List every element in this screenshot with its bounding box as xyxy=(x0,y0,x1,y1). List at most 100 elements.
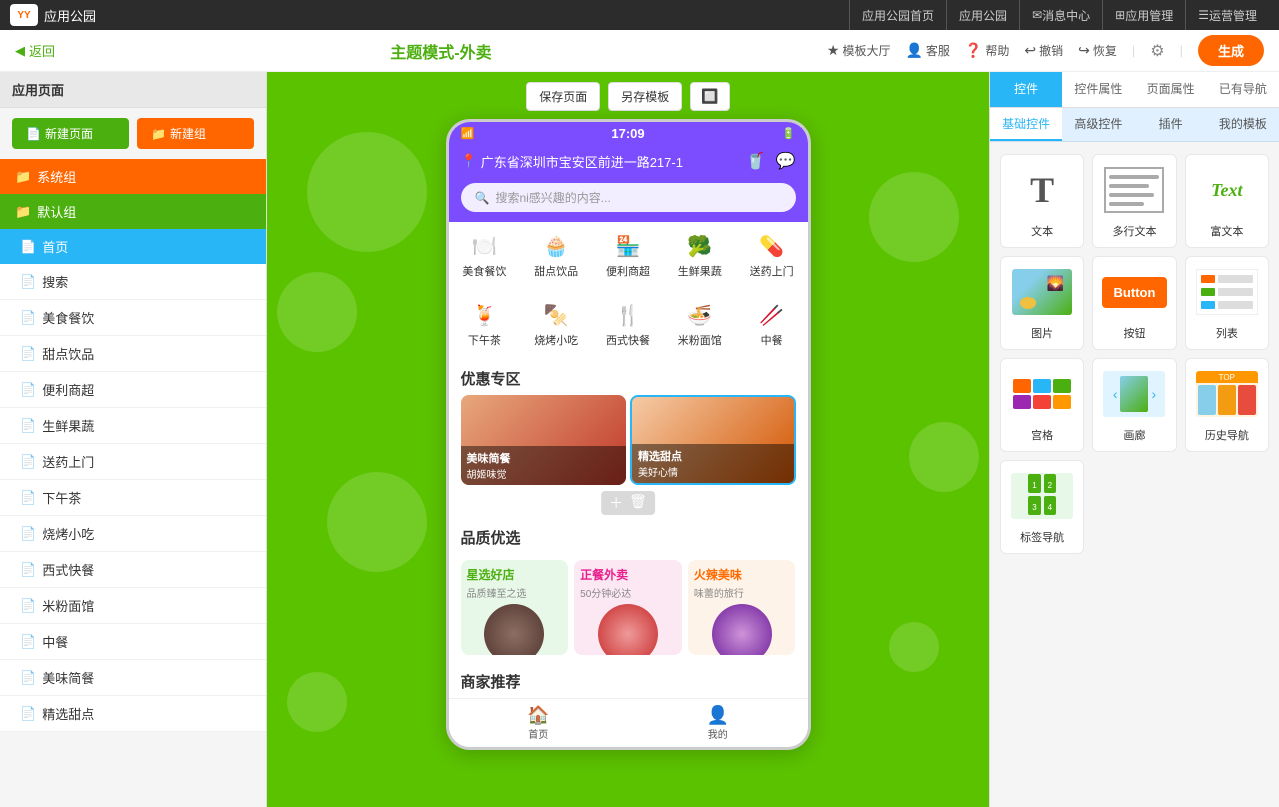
redo-icon: ↪ xyxy=(1078,42,1090,59)
new-group-button[interactable]: 📁 新建组 xyxy=(137,118,254,149)
phone-address: 📍 广东省深圳市宝安区前进一路217-1 xyxy=(461,152,738,171)
page-item-afternoon-tea[interactable]: 📄 下午茶 xyxy=(0,480,266,516)
widget-button[interactable]: Button 按钮 xyxy=(1092,256,1176,350)
qr-button[interactable]: 🔲 xyxy=(690,82,729,111)
widget-image-icon: 🌄 xyxy=(1008,265,1076,319)
delete-promo-btn[interactable]: 🗑 xyxy=(629,493,647,513)
page-item-selected-dessert[interactable]: 📄 精选甜点 xyxy=(0,696,266,732)
page-item-convenience[interactable]: 📄 便利商超 xyxy=(0,372,266,408)
logo: YY 应用公园 xyxy=(10,4,96,26)
template-hall-btn[interactable]: ★ 模板大厅 xyxy=(827,42,891,59)
bg-circle xyxy=(889,622,939,672)
bg-circle xyxy=(307,132,427,252)
category-convenience[interactable]: 🏪 便利商超 xyxy=(592,230,664,283)
widget-grid-item[interactable]: 宫格 xyxy=(1000,358,1084,452)
widget-text[interactable]: T 文本 xyxy=(1000,154,1084,248)
bg-circle xyxy=(287,672,347,732)
save-as-template-button[interactable]: 另存模板 xyxy=(608,82,682,111)
quality-card-1[interactable]: 星选好店 品质臻至之选 xyxy=(461,560,569,655)
category-dessert[interactable]: 🧁 甜点饮品 xyxy=(520,230,592,283)
nav-messages[interactable]: ✉ 消息中心 xyxy=(1019,0,1102,30)
promo-card-1[interactable]: 美味简餐 胡姬味觉 xyxy=(461,395,627,485)
page-icon: 📄 xyxy=(20,310,36,326)
nav-app[interactable]: 应用公园 xyxy=(946,0,1019,30)
save-page-button[interactable]: 保存页面 xyxy=(526,82,600,111)
group-system[interactable]: 📁 系统组 xyxy=(0,159,266,194)
promo-card-2[interactable]: 精选甜点 美好心情 xyxy=(630,395,796,485)
customer-service-btn[interactable]: 👤 客服 xyxy=(905,42,949,59)
new-page-button[interactable]: 📄 新建页面 xyxy=(12,118,129,149)
page-item-bbq[interactable]: 📄 烧烤小吃 xyxy=(0,516,266,552)
subtab-basic[interactable]: 基础控件 xyxy=(990,108,1062,141)
widget-list[interactable]: 列表 xyxy=(1185,256,1269,350)
nav-app-manage[interactable]: ⊞ 应用管理 xyxy=(1102,0,1185,30)
category-fresh[interactable]: 🥦 生鲜果蔬 xyxy=(664,230,736,283)
page-item-chinese[interactable]: 📄 中餐 xyxy=(0,624,266,660)
page-item-light-meal[interactable]: 📄 美味简餐 xyxy=(0,660,266,696)
page-item-food[interactable]: 📄 美食餐饮 xyxy=(0,300,266,336)
back-button[interactable]: ◀ 返回 xyxy=(15,41,55,60)
widget-richtext[interactable]: Text 富文本 xyxy=(1185,154,1269,248)
page-item-western[interactable]: 📄 西式快餐 xyxy=(0,552,266,588)
chat-icon: 💬 xyxy=(776,151,796,171)
widget-image[interactable]: 🌄 图片 xyxy=(1000,256,1084,350)
category-bbq[interactable]: 🍢 烧烤小吃 xyxy=(520,299,592,352)
chinese-icon: 🥢 xyxy=(759,303,784,328)
group-default[interactable]: 📁 默认组 xyxy=(0,194,266,229)
tea-icon: 🍹 xyxy=(472,303,497,328)
folder-icon: 📁 xyxy=(15,204,31,220)
widget-gallery[interactable]: ‹ › 画廊 xyxy=(1092,358,1176,452)
page-item-dessert[interactable]: 📄 甜点饮品 xyxy=(0,336,266,372)
phone-search-bar[interactable]: 🔍 搜索ni感兴趣的内容... xyxy=(461,183,796,212)
page-icon: 📄 xyxy=(20,598,36,614)
page-item-fresh[interactable]: 📄 生鲜果蔬 xyxy=(0,408,266,444)
main-layout: 应用页面 📄 新建页面 📁 新建组 📁 系统组 📁 默认组 📄 首页 xyxy=(0,72,1279,807)
page-item-medicine[interactable]: 📄 送药上门 xyxy=(0,444,266,480)
bbq-icon: 🍢 xyxy=(544,303,569,328)
help-btn[interactable]: ❓ 帮助 xyxy=(965,42,1009,59)
back-arrow-icon: ◀ xyxy=(15,43,25,59)
settings-icon[interactable]: ⚙ xyxy=(1150,41,1164,61)
widget-grid-icon xyxy=(1008,367,1076,421)
redo-btn[interactable]: ↪ 恢复 xyxy=(1078,42,1117,59)
widget-text-icon: T xyxy=(1008,163,1076,217)
widget-tag-nav[interactable]: 1 2 3 4 标签导航 xyxy=(1000,460,1084,554)
center-toolbar: 保存页面 另存模板 🔲 xyxy=(526,72,729,119)
second-nav: ◀ 返回 主题模式-外卖 ★ 模板大厅 👤 客服 ❓ 帮助 ↩ 撤销 ↪ 恢复 … xyxy=(0,30,1279,72)
nav-mine[interactable]: 👤 我的 xyxy=(628,699,808,747)
tab-widget-props[interactable]: 控件属性 xyxy=(1062,72,1134,107)
page-item-home[interactable]: 📄 首页 xyxy=(0,229,266,264)
generate-button[interactable]: 生成 xyxy=(1198,35,1264,66)
tab-page-props[interactable]: 页面属性 xyxy=(1135,72,1207,107)
widget-history-nav[interactable]: TOP 历史导航 xyxy=(1185,358,1269,452)
bg-circle xyxy=(869,172,959,262)
category-noodles[interactable]: 🍜 米粉面馆 xyxy=(664,299,736,352)
add-promo-btn[interactable]: ＋ xyxy=(609,493,623,513)
quality-card-3[interactable]: 火辣美味 味蕾的旅行 xyxy=(688,560,796,655)
undo-btn[interactable]: ↩ 撤销 xyxy=(1024,42,1063,59)
page-item-search[interactable]: 📄 搜索 xyxy=(0,264,266,300)
category-chinese[interactable]: 🥢 中餐 xyxy=(736,299,808,352)
subtab-my-template[interactable]: 我的模板 xyxy=(1207,108,1279,141)
tab-existing-nav[interactable]: 已有导航 xyxy=(1207,72,1279,107)
nav-ops[interactable]: ☰ 运营管理 xyxy=(1185,0,1269,30)
category-medicine[interactable]: 💊 送药上门 xyxy=(736,230,808,283)
category-food[interactable]: 🍽️ 美食餐饮 xyxy=(449,230,521,283)
right-sidebar: 控件 控件属性 页面属性 已有导航 基础控件 高级控件 插件 我的模板 T 文本 xyxy=(989,72,1279,807)
page-item-noodles[interactable]: 📄 米粉面馆 xyxy=(0,588,266,624)
category-western[interactable]: 🍴 西式快餐 xyxy=(592,299,664,352)
right-main-tabs: 控件 控件属性 页面属性 已有导航 xyxy=(990,72,1279,108)
bg-circle xyxy=(327,472,427,572)
nav-home[interactable]: 🏠 首页 xyxy=(449,699,629,747)
subtab-plugin[interactable]: 插件 xyxy=(1135,108,1207,141)
top-nav-links: 应用公园首页 应用公园 ✉ 消息中心 ⊞ 应用管理 ☰ 运营管理 xyxy=(849,0,1269,30)
tab-widget[interactable]: 控件 xyxy=(990,72,1062,107)
nav-home[interactable]: 应用公园首页 xyxy=(849,0,946,30)
food-icon: 🍽️ xyxy=(472,234,497,259)
quality-card-2[interactable]: 正餐外卖 50分钟必达 xyxy=(574,560,682,655)
phone-quality-section: 品质优选 星选好店 品质臻至之选 正餐外卖 50分钟必达 火辣美味 味蕾的旅 xyxy=(449,521,808,663)
page-icon: 📄 xyxy=(20,382,36,398)
subtab-advanced[interactable]: 高级控件 xyxy=(1062,108,1134,141)
widget-multitext[interactable]: 多行文本 xyxy=(1092,154,1176,248)
category-tea[interactable]: 🍹 下午茶 xyxy=(449,299,521,352)
